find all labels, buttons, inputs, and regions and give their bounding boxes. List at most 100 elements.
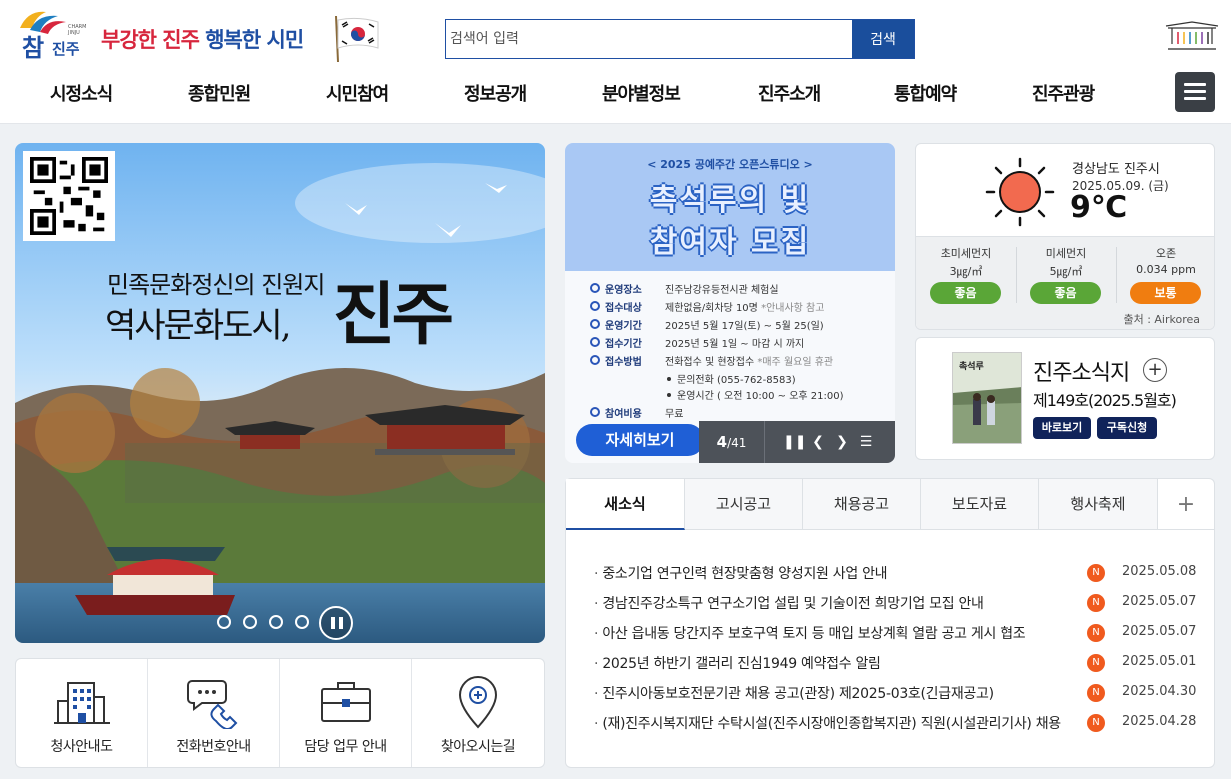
taegukgi-flag-icon [335,15,379,63]
search-button[interactable]: 검색 [852,20,914,58]
list-item[interactable]: 진주시아동보호전문기관 채용 공고(관장) 제2025-03호(긴급재공고)N2… [594,683,1196,703]
svg-text:JINJU: JINJU [67,30,80,36]
nav-item-reservation[interactable]: 통합예약 [894,80,957,106]
popup-pager: 4/41 ❚❚ ❮ ❯ ☰ [699,421,895,463]
weather-temperature: 9℃ [1070,190,1128,225]
briefcase-icon [321,682,371,722]
newsletter-title: 진주소식지 [1033,361,1130,386]
popup-title-line2: 참여자 모집 [649,225,811,260]
slide-dot-3[interactable] [269,615,283,629]
air-quality-source: 출처 : Airkorea [1123,313,1200,326]
phone-chat-icon [187,680,238,729]
chevron-right-icon[interactable]: ❯ [831,421,853,463]
popup-info-list: 운영장소 진주남강유등전시관 체험실 접수대상 제한없음/회차당 10명 *안내사항… [565,271,895,421]
newsletter-subscribe-button[interactable]: 구독신청 [1097,417,1157,439]
slide-dot-2[interactable] [243,615,257,629]
nav-item-about[interactable]: 진주소개 [758,80,821,106]
new-badge: N [1087,624,1105,642]
quick-link-label: 전화번호안내 [176,739,251,755]
newsletter-cover-image[interactable]: 촉석루 [952,352,1022,444]
list-icon[interactable]: ☰ [855,421,877,463]
hero-caption-1: 민족문화정신의 진원지 [107,271,325,299]
status-badge: 좋음 [930,282,1001,304]
list-item[interactable]: 2025년 하반기 갤러리 진심1949 예약접수 알림N2025.05.01 [594,653,1196,673]
quick-link-label: 청사안내도 [50,739,113,755]
nav-item-news[interactable]: 시정소식 [50,80,113,106]
new-badge: N [1087,684,1105,702]
craft-city-logo[interactable] [1164,20,1220,56]
new-badge: N [1087,594,1105,612]
popup-detail-button[interactable]: 자세히보기 [576,424,704,456]
tab-recruitment[interactable]: 채용공고 [803,479,921,530]
tab-new-news[interactable]: 새소식 [566,479,685,530]
newsletter-view-button[interactable]: 바로보기 [1033,417,1091,439]
popup-sub-item: 운영시간 ( 오전 10:00 ~ 오후 21:00) [667,387,844,402]
weather-location: 경상남도 진주시 [1072,162,1160,177]
list-item[interactable]: (재)진주시복지재단 수탁시설(진주시장애인종합복지관) 직원(시설관리기사) … [594,713,1196,733]
air-quality-ozone: 오존 0.034 ppm 보통 [1116,237,1214,312]
slide-dot-1[interactable] [217,615,231,629]
quick-link-label: 담당 업무 안내 [304,739,387,755]
new-badge: N [1087,654,1105,672]
hero-caption-3: 진주 [333,275,454,355]
popup-page-counter: 4/41 [699,421,765,463]
slide-dot-4[interactable] [295,615,309,629]
tab-press[interactable]: 보도자료 [921,479,1039,530]
status-badge: 보통 [1130,282,1201,304]
nav-item-info[interactable]: 정보공개 [464,80,527,106]
qr-code-icon [30,157,108,235]
nav-item-civil[interactable]: 종합민원 [188,80,251,106]
list-item[interactable]: 아산 읍내동 당간지주 보호구역 토지 등 매입 보상계획 열람 공고 게시 협… [594,623,1196,643]
more-plus-icon[interactable]: + [1158,479,1214,530]
sunny-weather-icon [985,157,1055,227]
air-quality-panel: 초미세먼지 3㎍/㎥ 좋음 미세먼지 5㎍/㎥ 좋음 오존 0.034 ppm … [916,236,1214,329]
quick-link-directions[interactable]: 찾아오시는길 [412,659,544,767]
slogan-part1: 부강한 진주 [101,28,200,52]
air-quality-pm10: 미세먼지 5㎍/㎥ 좋음 [1016,237,1116,312]
quick-links: 청사안내도 전화번호안내 담당 업무 안내 찾아오시는길 [15,658,545,768]
city-logo[interactable]: 참 진주 CHARM JINJU [14,6,90,62]
quick-link-phone-directory[interactable]: 전화번호안내 [148,659,280,767]
tab-events[interactable]: 행사축제 [1039,479,1158,530]
popup-banner[interactable]: < 2025 공예주간 오픈스튜디오 > 촉석루의 빛 참여자 모집 운영장소 진… [565,143,895,463]
list-item[interactable]: 경남진주강소특구 연구소기업 설립 및 기술이전 희망기업 모집 안내N2025… [594,593,1196,613]
air-quality-pm25: 초미세먼지 3㎍/㎥ 좋음 [916,237,1016,312]
menu-icon [1184,83,1206,86]
search-bar: 검색 [445,19,915,59]
svg-text:참: 참 [22,33,44,62]
nav-item-field-info[interactable]: 분야별정보 [602,80,681,106]
quick-link-building-map[interactable]: 청사안내도 [16,659,148,767]
search-input[interactable] [446,20,853,58]
hero-pagination [215,606,375,640]
building-icon [54,682,110,724]
chevron-left-icon[interactable]: ❮ [807,421,829,463]
pause-icon [331,617,335,629]
list-item[interactable]: 중소기업 연구인력 현장맞춤형 양성지원 사업 안내N2025.05.08 [594,563,1196,583]
new-badge: N [1087,564,1105,582]
quick-link-duty-guide[interactable]: 담당 업무 안내 [280,659,412,767]
nav-item-participation[interactable]: 시민참여 [326,80,389,106]
site-header: 참 진주 CHARM JINJU 부강한 진주 행복한 시민 검색 시정소식 종… [0,0,1231,124]
hero-caption-2: 역사문화도시, [105,306,291,346]
plus-icon[interactable]: + [1143,358,1167,382]
map-pin-icon [458,676,498,729]
popup-subtitle: < 2025 공예주간 오픈스튜디오 > [647,158,813,171]
city-slogan: 부강한 진주 행복한 시민 [101,24,304,54]
tab-notices[interactable]: 고시공고 [685,479,803,530]
newsletter-cover-title: 촉석루 [959,360,984,372]
pause-icon[interactable]: ❚❚ [783,421,806,463]
qr-code [23,151,115,241]
news-board: 새소식 고시공고 채용공고 보도자료 행사축제 + 중소기업 연구인력 현장맞춤… [565,478,1215,768]
svg-text:진주: 진주 [52,40,80,58]
popup-banner-header: < 2025 공예주간 오픈스튜디오 > 촉석루의 빛 참여자 모집 [565,143,895,271]
popup-title-line1: 촉석루의 빛 [649,183,811,218]
nav-item-tourism[interactable]: 진주관광 [1032,80,1095,106]
popup-sub-item: 문의전화 (055-762-8583) [667,371,796,386]
status-badge: 좋음 [1030,282,1101,304]
quick-link-label: 찾아오시는길 [440,739,516,755]
hero-banner[interactable]: 민족문화정신의 진원지 역사문화도시, 진주 [15,143,545,643]
slogan-part2: 행복한 시민 [205,28,304,52]
main-navigation: 시정소식 종합민원 시민참여 정보공개 분야별정보 진주소개 통합예약 진주관광 [0,74,1160,110]
hamburger-menu-button[interactable] [1175,72,1215,112]
slide-pause-button[interactable] [319,606,353,640]
